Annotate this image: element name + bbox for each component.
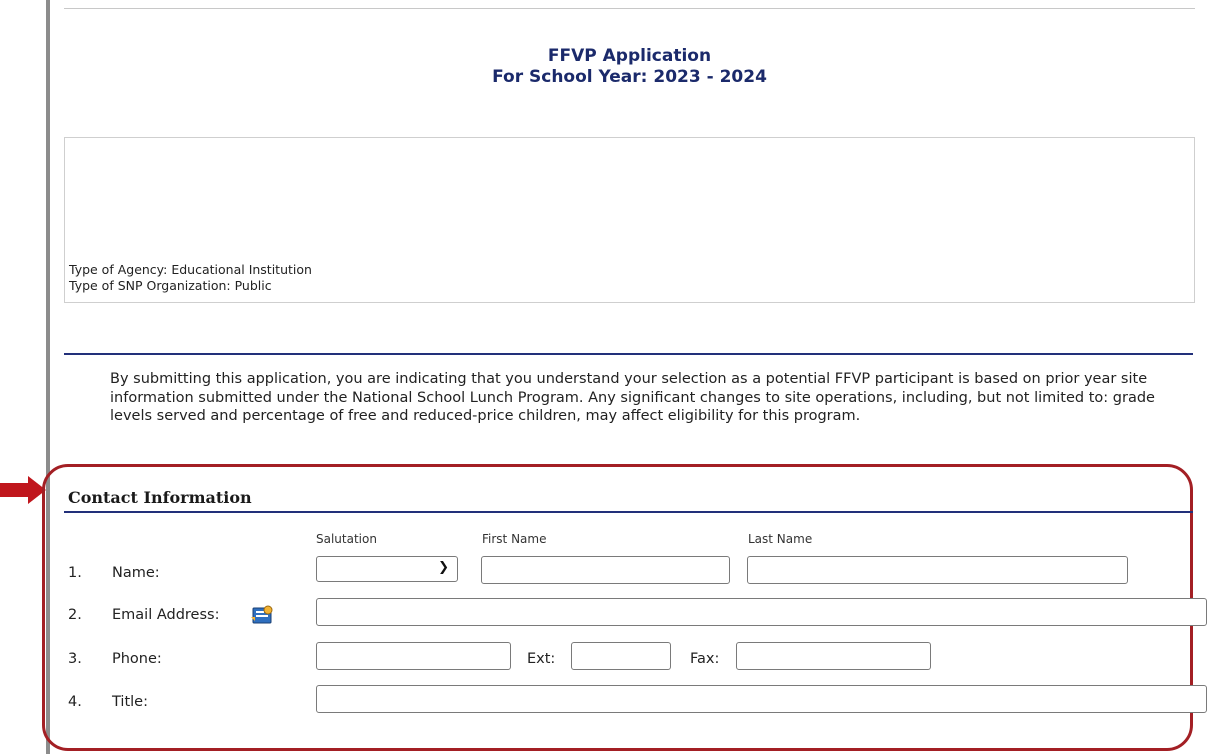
row-number: 1. (68, 565, 82, 581)
name-label: Name: (112, 565, 160, 581)
last-name-input[interactable] (747, 556, 1128, 584)
agency-info-box: Type of Agency: Educational Institution … (64, 137, 1195, 303)
red-arrow-icon (0, 476, 46, 504)
type-of-agency: Type of Agency: Educational Institution (69, 262, 312, 277)
address-book-icon[interactable] (249, 603, 275, 627)
title-input[interactable] (316, 685, 1207, 713)
contact-section-title: Contact Information (68, 488, 252, 507)
email-address-input[interactable] (316, 598, 1207, 626)
page-header: FFVP Application For School Year: 2023 -… (64, 46, 1195, 88)
row-number: 3. (68, 651, 82, 667)
row-number: 2. (68, 607, 82, 623)
salutation-select[interactable]: ❯ (316, 556, 458, 582)
ext-input[interactable] (571, 642, 671, 670)
phone-label: Phone: (112, 651, 162, 667)
first-name-input[interactable] (481, 556, 730, 584)
top-divider (64, 8, 1195, 9)
last-name-column-header: Last Name (748, 532, 813, 546)
disclaimer-text: By submitting this application, you are … (110, 371, 1155, 424)
row-number: 4. (68, 694, 82, 710)
email-address-label: Email Address: (112, 607, 220, 623)
section-divider (64, 353, 1193, 355)
page-title: FFVP Application (547, 46, 712, 66)
title-label: Title: (112, 694, 148, 710)
chevron-down-icon: ❯ (438, 560, 449, 575)
salutation-column-header: Salutation (316, 532, 377, 546)
ext-label: Ext: (527, 651, 556, 667)
type-of-snp-organization: Type of SNP Organization: Public (69, 278, 272, 293)
fax-input[interactable] (736, 642, 931, 670)
phone-input[interactable] (316, 642, 511, 670)
contact-section-divider (64, 511, 1193, 513)
page-subtitle: For School Year: 2023 - 2024 (492, 67, 767, 87)
fax-label: Fax: (690, 651, 720, 667)
first-name-column-header: First Name (482, 532, 547, 546)
